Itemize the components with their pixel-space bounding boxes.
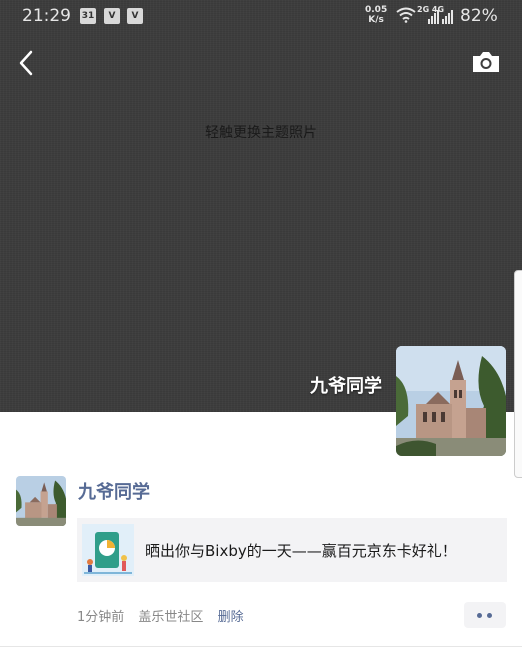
post-source[interactable]: 盖乐世社区	[138, 610, 203, 625]
signal-icon-1	[428, 10, 439, 24]
delete-link[interactable]: 删除	[218, 610, 244, 625]
wifi-icon	[396, 7, 416, 23]
church-avatar-icon	[16, 476, 66, 526]
change-cover-hint[interactable]: 轻触更换主题照片	[0, 122, 522, 142]
camera-button[interactable]	[470, 48, 502, 76]
post-author-avatar[interactable]	[16, 476, 66, 526]
bixby-promo-icon	[82, 524, 134, 576]
battery-level: 82%	[460, 6, 498, 26]
back-button[interactable]	[12, 46, 42, 80]
more-actions-button[interactable]	[464, 602, 506, 628]
network-speed-value: 0.05	[365, 5, 388, 15]
app-notification-icon: V	[104, 8, 120, 24]
post-time: 1分钟前	[77, 610, 125, 625]
share-title: 晒出你与Bixby的一天——赢百元京东卡好礼！	[145, 542, 457, 560]
camera-icon	[473, 52, 499, 72]
divider	[0, 646, 522, 647]
back-arrow-icon	[19, 50, 33, 76]
calendar-icon: 31	[80, 8, 96, 24]
signal-icon-2	[442, 10, 453, 24]
church-photo-icon	[396, 346, 506, 456]
scrollbar-handle[interactable]	[514, 270, 522, 478]
app-notification-icon-2: V	[127, 8, 143, 24]
shared-link-card[interactable]: 晒出你与Bixby的一天——赢百元京东卡好礼！	[77, 518, 507, 582]
status-time: 21:29	[22, 6, 71, 26]
cover-user-name: 九爷同学	[310, 376, 382, 397]
more-dots-icon-2	[487, 613, 492, 618]
profile-avatar[interactable]	[396, 346, 506, 456]
network-speed-unit: K/s	[368, 15, 384, 25]
post-meta: 1分钟前 盖乐世社区 删除	[77, 606, 254, 625]
status-bar: 21:29 31 V V 0.05 K/s 2G 4G 82%	[0, 0, 522, 32]
more-dots-icon	[477, 613, 482, 618]
post-author-name[interactable]: 九爷同学	[78, 478, 150, 504]
share-thumbnail	[82, 524, 134, 576]
network-speed: 0.05 K/s	[365, 5, 387, 25]
